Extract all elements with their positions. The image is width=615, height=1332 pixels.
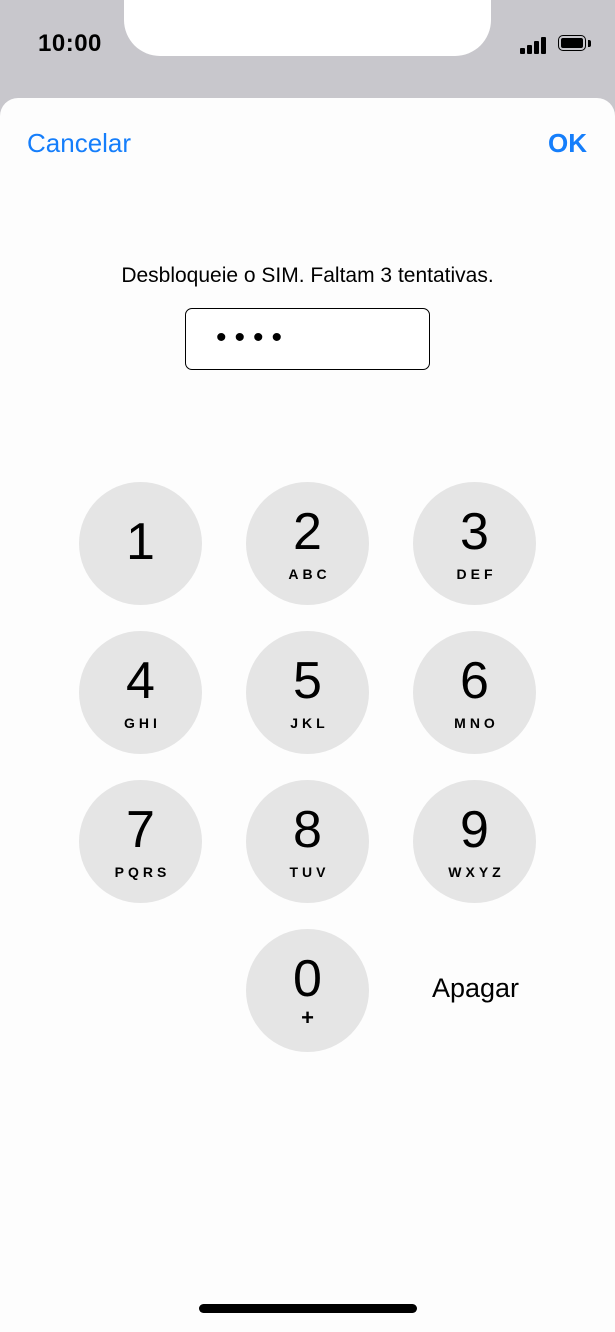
key-plus: + (301, 1005, 314, 1030)
home-indicator[interactable] (199, 1304, 417, 1313)
key-letters: JKL (290, 715, 329, 731)
key-digit: 9 (460, 801, 489, 859)
sim-unlock-sheet: Cancelar OK Desbloqueie o SIM. Faltam 3 … (0, 98, 615, 1332)
key-7[interactable]: 7 PQRS (79, 780, 202, 903)
status-bar: 10:00 (0, 0, 615, 100)
key-digit: 0 (293, 950, 322, 1008)
key-letters: TUV (289, 864, 330, 880)
key-letters: WXYZ (448, 864, 505, 880)
status-time: 10:00 (38, 30, 102, 57)
key-2[interactable]: 2 ABC (246, 482, 369, 605)
delete-button[interactable]: Apagar (414, 973, 537, 1004)
cancel-button[interactable]: Cancelar (27, 128, 131, 159)
key-9[interactable]: 9 WXYZ (413, 780, 536, 903)
key-letters: DEF (456, 566, 497, 582)
key-3[interactable]: 3 DEF (413, 482, 536, 605)
key-digit: 5 (293, 652, 322, 710)
pin-input[interactable]: •••• (185, 308, 430, 370)
key-letters: MNO (454, 715, 499, 731)
key-digit: 3 (460, 503, 489, 561)
key-6[interactable]: 6 MNO (413, 631, 536, 754)
key-8[interactable]: 8 TUV (246, 780, 369, 903)
key-1[interactable]: 1 (79, 482, 202, 605)
key-letters: PQRS (114, 864, 171, 880)
key-digit: 2 (293, 503, 322, 561)
key-4[interactable]: 4 GHI (79, 631, 202, 754)
key-digit: 6 (460, 652, 489, 710)
key-letters: ABC (288, 566, 331, 582)
unlock-prompt: Desbloqueie o SIM. Faltam 3 tentativas. (121, 264, 494, 287)
signal-icon (520, 36, 550, 54)
ok-button[interactable]: OK (548, 128, 587, 159)
battery-icon (558, 35, 592, 53)
key-digit: 1 (126, 513, 155, 571)
key-0[interactable]: 0 + (246, 929, 369, 1052)
key-digit: 4 (126, 652, 155, 710)
key-digit: 7 (126, 801, 155, 859)
key-digit: 8 (293, 801, 322, 859)
notch (124, 0, 491, 56)
pin-masked-value: •••• (216, 321, 291, 354)
key-5[interactable]: 5 JKL (246, 631, 369, 754)
key-letters: GHI (124, 715, 161, 731)
